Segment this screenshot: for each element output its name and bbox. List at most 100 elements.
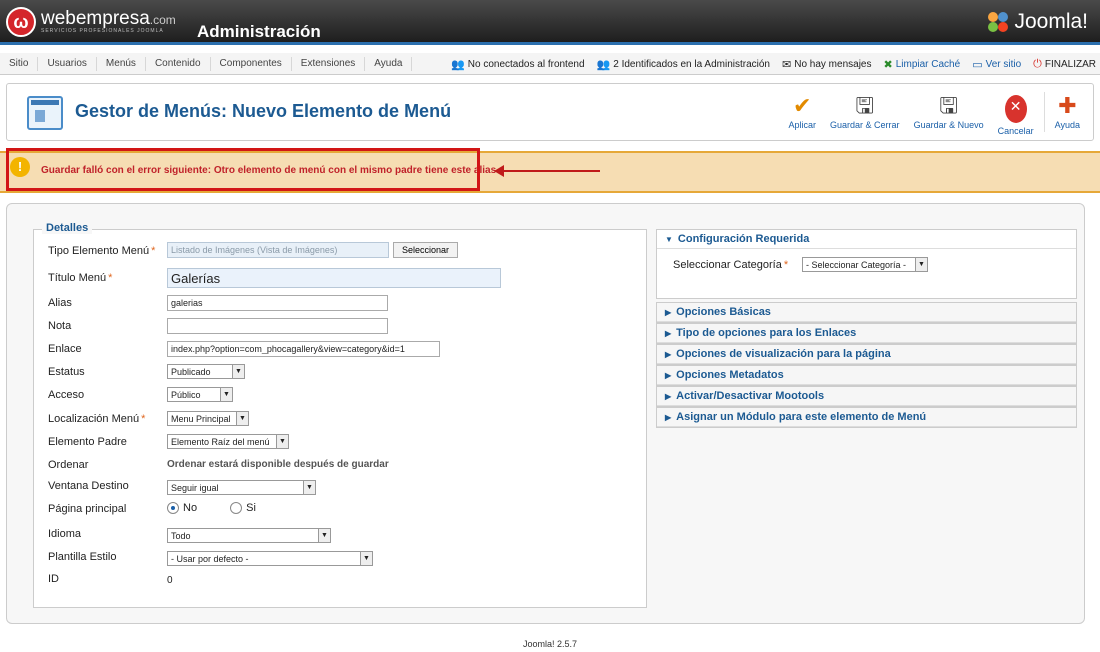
footer-version: Joomla! 2.5.7 <box>522 639 578 649</box>
page-title: Gestor de Menús: Nuevo Elemento de Menú <box>75 101 452 121</box>
chevron-down-icon: ▼ <box>276 435 288 448</box>
access-label: Acceso <box>48 389 85 401</box>
id-label: ID <box>48 573 59 585</box>
chevron-down-icon: ▼ <box>318 529 330 542</box>
details-fieldset: Detalles Tipo Elemento Menú* Seleccionar… <box>33 222 647 608</box>
link-input[interactable] <box>167 341 440 357</box>
status-admins: 👥 2 Identificados en la Administración <box>596 58 770 71</box>
home-label: Página principal <box>48 503 127 515</box>
menu-usuarios[interactable]: Usuarios <box>38 56 97 71</box>
users-icon: 👥 <box>596 58 611 71</box>
chevron-right-icon: ▶ <box>665 413 672 422</box>
admin-title: Administración <box>197 22 321 41</box>
id-value: 0 <box>167 575 173 586</box>
chevron-down-icon: ▼ <box>915 258 927 271</box>
save-icon: 🖫 <box>855 93 875 118</box>
order-label: Ordenar <box>48 459 89 471</box>
logo-tagline: SERVICIOS PROFESIONALES JOOMLA <box>41 28 164 34</box>
error-highlight-box <box>6 148 480 191</box>
template-label: Plantilla Estilo <box>48 551 117 563</box>
logo-name: webempresa <box>41 8 150 29</box>
select-type-button[interactable]: Seleccionar <box>393 242 459 258</box>
help-button[interactable]: ✚ Ayuda <box>1048 92 1087 136</box>
home-yes-radio[interactable]: Si <box>230 502 256 514</box>
check-icon: ✔ <box>793 93 812 118</box>
cancel-button[interactable]: ✕ Cancelar <box>991 92 1041 136</box>
required-config-panel: ▼ Configuración Requerida Seleccionar Cat… <box>656 229 1077 299</box>
chevron-right-icon: ▶ <box>665 308 672 317</box>
webempresa-logo[interactable]: ω webempresa.com SERVICIOS PROFESIONALES… <box>6 7 176 37</box>
menu-location-row: Localización Menú * <box>48 413 146 425</box>
top-bar: ω webempresa.com SERVICIOS PROFESIONALES… <box>0 0 1100 45</box>
title-row: Título Menú * <box>48 272 113 284</box>
chevron-down-icon: ▼ <box>665 235 673 244</box>
alias-input[interactable] <box>167 295 388 311</box>
status-label: Estatus <box>48 366 85 378</box>
main-panel: Detalles Tipo Elemento Menú* Seleccionar… <box>6 203 1085 624</box>
category-select[interactable]: - Seleccionar Categoría - ▼ <box>802 257 928 272</box>
chevron-down-icon: ▼ <box>236 412 248 425</box>
template-style-select[interactable]: - Usar por defecto - ▼ <box>167 551 373 566</box>
chevron-right-icon: ▶ <box>665 350 672 359</box>
details-legend: Detalles <box>42 222 93 234</box>
chevron-right-icon: ▶ <box>665 371 672 380</box>
basic-options-panel[interactable]: ▶ Opciones Básicas <box>656 302 1077 323</box>
link-options-panel[interactable]: ▶ Tipo de opciones para los Enlaces <box>656 323 1077 344</box>
menu-manager-icon <box>27 96 63 130</box>
status-bar: 👥 No conectados al frontend 👥 2 Identifica… <box>451 53 1096 75</box>
toolbar: Gestor de Menús: Nuevo Elemento de Menú … <box>6 83 1094 141</box>
menu-menus[interactable]: Menús <box>97 56 146 71</box>
clear-cache-link[interactable]: ✖ Limpiar Caché <box>883 58 960 71</box>
menu-ayuda[interactable]: Ayuda <box>365 56 413 71</box>
menu-sitio[interactable]: Sitio <box>0 56 39 71</box>
menu-title-input[interactable] <box>167 268 501 288</box>
view-site-link[interactable]: ▭ Ver sitio <box>972 58 1021 71</box>
display-options-panel[interactable]: ▶ Opciones de visualización para la págin… <box>656 344 1077 365</box>
type-row: Tipo Elemento Menú * <box>48 245 156 257</box>
parent-select[interactable]: Elemento Raíz del menú ▼ <box>167 434 289 449</box>
joomla-logo: Joomla! <box>986 10 1088 34</box>
joomla-brand: Joomla! <box>1014 10 1088 33</box>
save-close-button[interactable]: 🖫 Guardar & Cerrar <box>823 92 907 136</box>
note-input[interactable] <box>167 318 388 334</box>
target-window-select[interactable]: Seguir igual ▼ <box>167 480 316 495</box>
logout-link[interactable]: ⏻ FINALIZAR <box>1033 58 1096 71</box>
cancel-icon: ✕ <box>1004 95 1027 123</box>
language-select[interactable]: Todo ▼ <box>167 528 331 543</box>
chevron-right-icon: ▶ <box>665 392 672 401</box>
chevron-down-icon: ▼ <box>303 481 315 494</box>
home-no-radio[interactable]: No <box>167 502 197 514</box>
users-icon: 👥 <box>451 58 465 71</box>
menu-type-field[interactable] <box>167 242 389 258</box>
status-select[interactable]: Publicado ▼ <box>167 364 245 379</box>
chevron-down-icon: ▼ <box>220 388 232 401</box>
save-new-icon: 🖫 <box>939 93 958 118</box>
menu-location-select[interactable]: Menu Principal ▼ <box>167 411 249 426</box>
logo-domain: .com <box>149 13 176 27</box>
menu-contenido[interactable]: Contenido <box>146 56 211 71</box>
language-label: Idioma <box>48 528 82 540</box>
webempresa-logo-icon: ω <box>6 7 36 37</box>
metadata-options-panel[interactable]: ▶ Opciones Metadatos <box>656 365 1077 386</box>
status-messages[interactable]: ✉ No hay mensajes <box>782 58 871 71</box>
save-new-button[interactable]: 🖫 Guardar & Nuevo <box>907 92 991 136</box>
broom-icon: ✖ <box>883 58 893 71</box>
menu-extensiones[interactable]: Extensiones <box>292 56 366 71</box>
menu-componentes[interactable]: Componentes <box>211 56 292 71</box>
module-assign-panel[interactable]: ▶ Asignar un Módulo para este elemento de… <box>656 407 1077 428</box>
chevron-down-icon: ▼ <box>360 552 372 565</box>
required-config-header[interactable]: ▼ Configuración Requerida <box>657 230 1076 249</box>
apply-button[interactable]: ✔ Aplicar <box>782 92 824 136</box>
mootools-panel[interactable]: ▶ Activar/Desactivar Mootools <box>656 386 1077 407</box>
annotation-arrow-head <box>494 165 504 177</box>
mail-icon: ✉ <box>782 58 792 71</box>
access-select[interactable]: Público ▼ <box>167 387 233 402</box>
category-label: Seleccionar Categoría * <box>673 259 789 271</box>
alias-label: Alias <box>48 297 72 309</box>
order-note: Ordenar estará disponible después de gua… <box>167 459 389 470</box>
chevron-right-icon: ▶ <box>665 329 672 338</box>
main-menu-bar: Sitio Usuarios Menús Contenido Component… <box>0 53 1100 75</box>
power-icon: ⏻ <box>1033 57 1042 70</box>
link-label: Enlace <box>48 343 82 355</box>
note-label: Nota <box>48 320 72 332</box>
